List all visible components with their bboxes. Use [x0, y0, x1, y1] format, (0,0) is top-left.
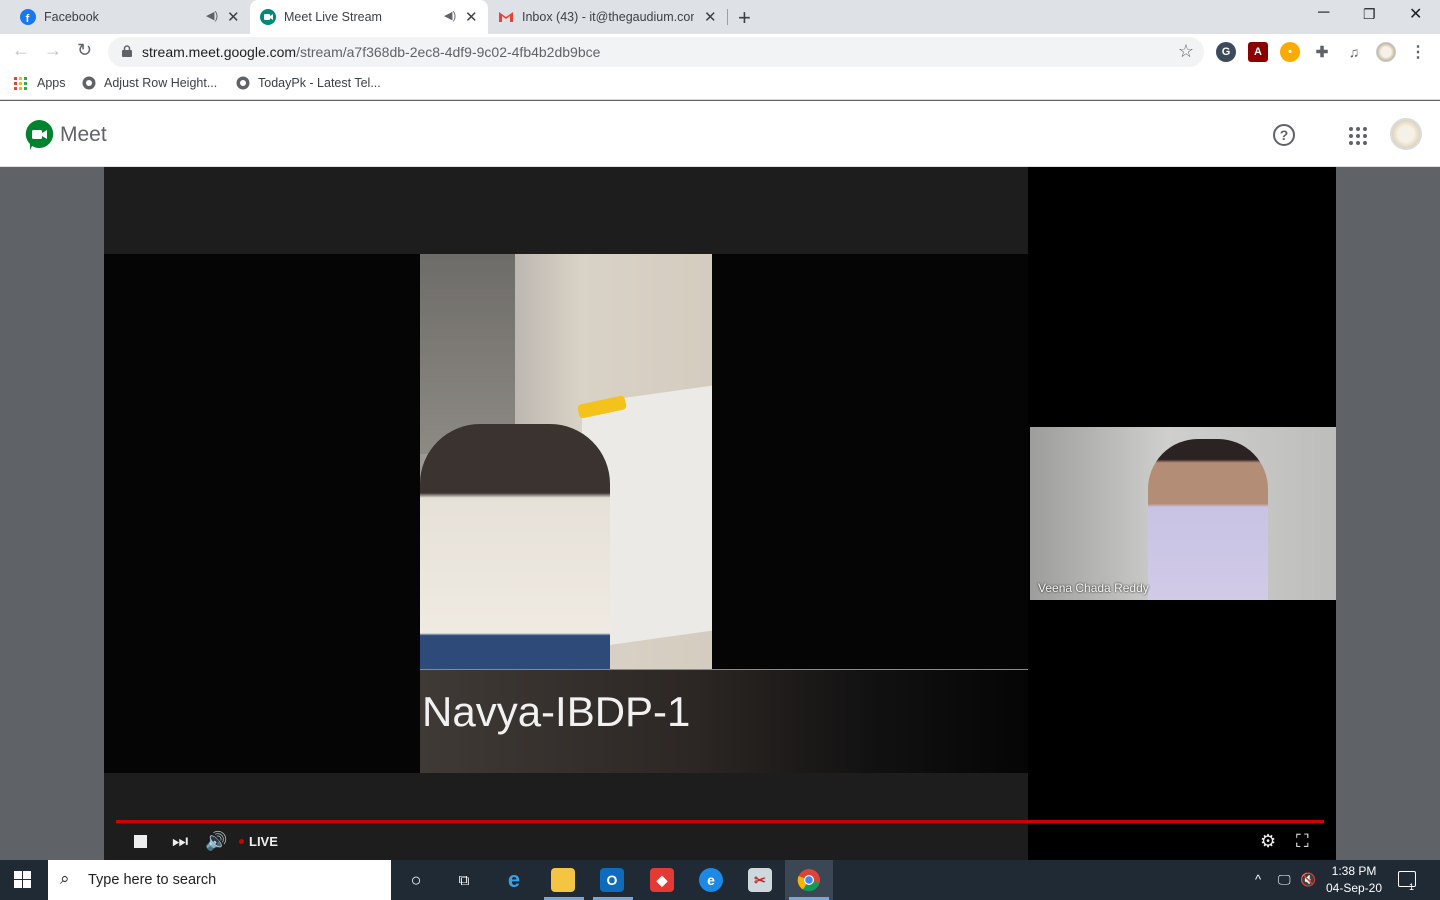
globe-icon	[82, 76, 96, 90]
windows-start-button[interactable]	[14, 871, 31, 888]
window-close-button[interactable]: ✕	[1409, 4, 1422, 24]
globe-icon	[236, 76, 250, 90]
acrobat-extension-icon[interactable]: A	[1248, 42, 1268, 62]
url-text: stream.meet.google.com/stream/a7f368db-2…	[142, 44, 600, 60]
media-controls-icon[interactable]: ♫	[1344, 42, 1364, 62]
back-button[interactable]: ←	[12, 40, 30, 61]
tab-title: Meet Live Stream	[284, 10, 382, 24]
tab-meet-live-stream[interactable]: Meet Live Stream ◀) ✕	[250, 0, 488, 34]
main-participant-name: Navya-IBDP-1	[422, 688, 691, 735]
clock-date: 04-Sep-20	[1325, 881, 1383, 895]
puzzle-extensions-icon[interactable]: ✚	[1312, 42, 1332, 62]
internet-explorer-icon[interactable]: e	[502, 867, 526, 892]
facebook-icon: f	[20, 9, 36, 25]
stage-letterbox-top	[104, 167, 1028, 254]
tab-gmail-inbox[interactable]: Inbox (43) - it@thegaudium.com ✕	[488, 0, 728, 34]
windows-taskbar: ⌕ Type here to search ○ ⧉ e O ◆ e ✂ ^ 🖵 …	[0, 860, 1440, 900]
tab-title: Inbox (43) - it@thegaudium.com	[522, 10, 694, 24]
search-icon: ⌕	[60, 869, 70, 888]
live-progress-bar[interactable]	[116, 820, 1324, 823]
close-tab-icon[interactable]: ✕	[465, 8, 478, 26]
account-avatar[interactable]	[1390, 118, 1422, 150]
chrome-menu-icon[interactable]: ⋮	[1408, 42, 1428, 62]
stop-button[interactable]	[134, 835, 147, 848]
edge-icon[interactable]: e	[699, 868, 723, 892]
pip-video-tile: Veena Chada Reddy	[1030, 427, 1336, 600]
taskbar-search-placeholder: Type here to search	[88, 872, 217, 888]
forward-button[interactable]: →	[44, 40, 62, 61]
outlook-icon[interactable]: O	[600, 868, 624, 892]
browser-toolbar: ← → ↻ stream.meet.google.com/stream/a7f3…	[0, 34, 1440, 70]
volume-icon[interactable]: 🔊	[205, 831, 227, 852]
file-explorer-icon[interactable]	[551, 868, 575, 892]
restore-button[interactable]: ❐	[1363, 6, 1376, 23]
lock-icon[interactable]	[122, 45, 132, 57]
minimize-button[interactable]: ─	[1318, 4, 1329, 22]
settings-gear-icon[interactable]: ⚙	[1260, 831, 1276, 852]
pip-participant-video	[1148, 439, 1268, 600]
bookmark-apps[interactable]: Apps	[14, 76, 66, 90]
fullscreen-icon[interactable]: ⛶	[1296, 831, 1309, 852]
new-tab-button[interactable]: +	[738, 5, 751, 31]
main-participant-video	[420, 254, 712, 670]
show-hidden-icons-chevron-icon[interactable]: ^	[1255, 872, 1261, 887]
network-icon[interactable]: 🖵	[1278, 872, 1291, 888]
close-tab-icon[interactable]: ✕	[227, 8, 240, 26]
bookmark-label: TodayPk - Latest Tel...	[258, 76, 381, 90]
task-view-icon[interactable]: ⧉	[452, 868, 476, 892]
apps-grid-icon	[14, 76, 27, 90]
bookmark-label: Apps	[37, 76, 66, 90]
tab-strip: f Facebook ◀) ✕ Meet Live Stream ◀) ✕ In…	[0, 0, 1440, 34]
help-icon[interactable]: ?	[1273, 124, 1295, 146]
chrome-icon[interactable]	[797, 868, 821, 892]
meet-tab-icon	[260, 9, 276, 25]
google-apps-icon[interactable]	[1349, 127, 1367, 145]
tab-title: Facebook	[44, 10, 99, 24]
profile-avatar-icon[interactable]	[1376, 42, 1396, 62]
bookmark-todaypk[interactable]: TodayPk - Latest Tel...	[236, 76, 381, 90]
bookmark-adjust-row-height[interactable]: Adjust Row Height...	[82, 76, 217, 90]
bookmarks-bar: Apps Adjust Row Height... TodayPk - Late…	[0, 70, 1440, 100]
meet-app-title: Meet	[60, 123, 107, 146]
anydesk-icon[interactable]: ◆	[650, 868, 674, 892]
cortana-icon[interactable]: ○	[404, 868, 428, 892]
notification-count-badge: 1	[1409, 882, 1415, 892]
clock-time: 1:38 PM	[1331, 864, 1377, 878]
taskbar-clock[interactable]: 1:38 PM 04-Sep-20	[1322, 863, 1386, 897]
grammarly-extension-icon[interactable]: G	[1216, 42, 1236, 62]
tab-audio-icon[interactable]: ◀)	[444, 9, 456, 22]
bulb-extension-icon[interactable]: •	[1280, 42, 1300, 62]
pip-participant-name: Veena Chada Reddy	[1038, 581, 1149, 595]
tab-divider	[727, 9, 728, 25]
bookmark-star-icon[interactable]: ☆	[1178, 41, 1194, 62]
url-path: /stream/a7f368db-2ec8-4df9-9c02-4fb4b2db…	[296, 44, 601, 60]
live-badge[interactable]: LIVE	[249, 834, 278, 849]
reload-button[interactable]: ↻	[77, 40, 92, 61]
tab-audio-icon[interactable]: ◀)	[206, 9, 218, 22]
stage-letterbox-bottom	[104, 773, 1028, 860]
svg-text:f: f	[26, 13, 30, 25]
snipping-tool-icon[interactable]: ✂	[748, 868, 772, 892]
next-button[interactable]: ⏭	[172, 831, 188, 852]
tab-facebook[interactable]: f Facebook ◀) ✕	[0, 0, 250, 34]
live-stream-player[interactable]: Navya-IBDP-1 Veena Chada Reddy ⏭ 🔊 LIVE …	[104, 167, 1336, 860]
live-indicator-dot	[239, 839, 244, 844]
speaker-muted-icon[interactable]: 🔇	[1300, 872, 1316, 888]
meet-header: Meet	[0, 101, 1440, 167]
meet-logo-icon[interactable]	[24, 119, 54, 151]
taskbar-search-box[interactable]: ⌕ Type here to search	[48, 860, 391, 900]
bookmark-label: Adjust Row Height...	[104, 76, 218, 90]
close-tab-icon[interactable]: ✕	[704, 8, 717, 26]
main-video-tile: Navya-IBDP-1	[104, 254, 1028, 773]
url-host: stream.meet.google.com	[142, 44, 297, 60]
address-bar[interactable]: stream.meet.google.com/stream/a7f368db-2…	[108, 37, 1204, 67]
gmail-icon	[499, 12, 513, 22]
